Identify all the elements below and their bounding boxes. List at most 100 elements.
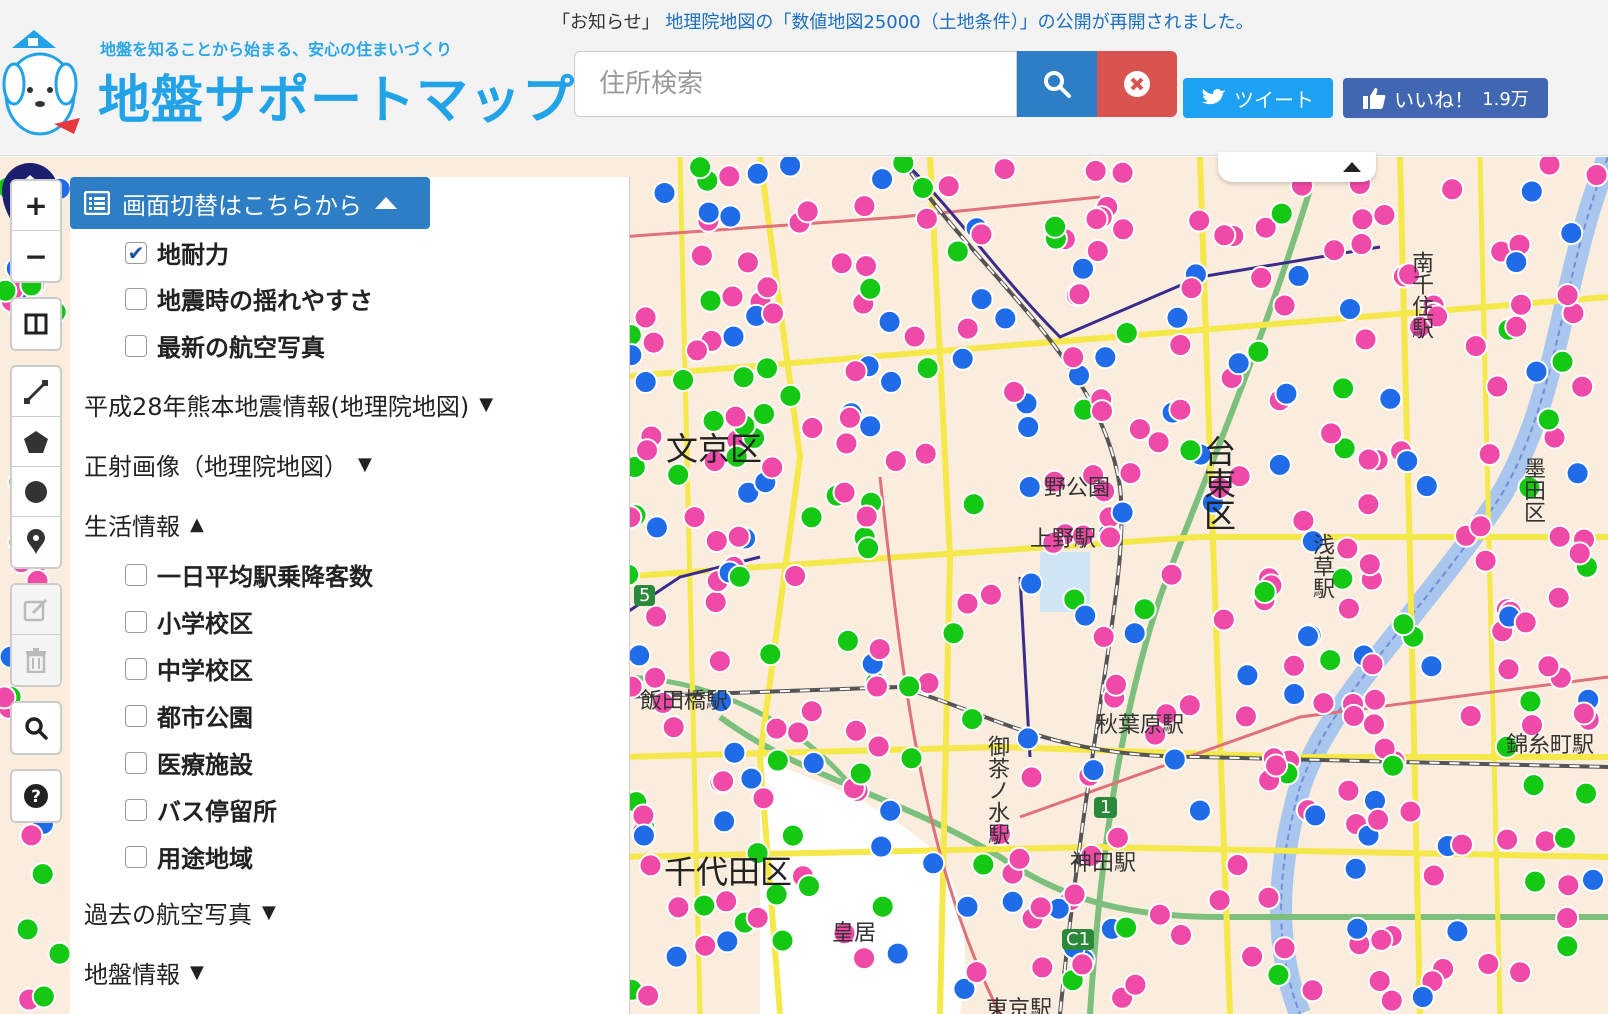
land-capacity-marker[interactable] xyxy=(1378,386,1403,411)
land-capacity-marker[interactable] xyxy=(1282,653,1306,678)
land-capacity-marker[interactable] xyxy=(1476,952,1501,976)
land-capacity-marker[interactable] xyxy=(1159,562,1184,587)
land-capacity-marker[interactable] xyxy=(671,368,696,392)
land-capacity-marker[interactable] xyxy=(1509,292,1533,317)
land-capacity-marker[interactable] xyxy=(1240,944,1265,969)
land-capacity-marker[interactable] xyxy=(1187,798,1212,823)
land-capacity-marker[interactable] xyxy=(1331,376,1356,401)
land-capacity-marker[interactable] xyxy=(652,181,677,205)
land-capacity-marker[interactable] xyxy=(1524,359,1549,384)
land-capacity-marker[interactable] xyxy=(1508,960,1533,985)
land-capacity-marker[interactable] xyxy=(1318,648,1343,673)
land-capacity-marker[interactable] xyxy=(758,642,783,667)
land-capacity-marker[interactable] xyxy=(856,536,881,561)
land-capacity-marker[interactable] xyxy=(1353,327,1378,352)
like-button[interactable]: いいね！ 1.9万 xyxy=(1343,78,1548,118)
land-capacity-marker[interactable] xyxy=(707,649,732,674)
draw-polygon-button[interactable] xyxy=(12,417,60,467)
land-capacity-marker[interactable] xyxy=(1110,160,1135,185)
land-capacity-marker[interactable] xyxy=(914,206,939,231)
land-capacity-marker[interactable] xyxy=(858,276,883,301)
land-capacity-marker[interactable] xyxy=(1272,293,1297,318)
land-capacity-marker[interactable] xyxy=(1357,552,1382,577)
land-capacity-marker[interactable] xyxy=(1414,474,1439,498)
land-capacity-marker[interactable] xyxy=(1419,654,1444,679)
land-capacity-marker[interactable] xyxy=(631,803,656,828)
land-capacity-marker[interactable] xyxy=(1504,314,1529,339)
search-button[interactable] xyxy=(1017,51,1097,117)
land-capacity-marker[interactable] xyxy=(1555,934,1580,959)
land-capacity-marker[interactable] xyxy=(837,405,862,430)
edit-button[interactable] xyxy=(12,585,60,635)
land-capacity-marker[interactable] xyxy=(910,175,935,200)
land-capacity-marker[interactable] xyxy=(1118,461,1143,486)
land-capacity-marker[interactable] xyxy=(722,740,747,765)
layer-item-city-park[interactable]: 都市公園 xyxy=(125,698,253,733)
land-capacity-marker[interactable] xyxy=(1335,536,1360,561)
land-capacity-marker[interactable] xyxy=(1496,657,1521,682)
land-capacity-marker[interactable] xyxy=(1104,672,1128,697)
land-capacity-marker[interactable] xyxy=(1296,624,1320,649)
land-capacity-marker[interactable] xyxy=(1132,597,1157,622)
land-capacity-marker[interactable] xyxy=(735,250,760,275)
land-capacity-marker[interactable] xyxy=(1146,430,1171,455)
land-capacity-marker[interactable] xyxy=(971,852,996,877)
land-capacity-marker[interactable] xyxy=(800,416,825,440)
tweet-button[interactable]: ツイート xyxy=(1183,78,1333,118)
land-capacity-marker[interactable] xyxy=(1468,514,1493,539)
checkbox-zoning[interactable] xyxy=(125,845,147,868)
land-capacity-marker[interactable] xyxy=(47,941,72,966)
land-capacity-marker[interactable] xyxy=(1169,923,1193,947)
land-capacity-marker[interactable] xyxy=(682,505,707,530)
land-capacity-marker[interactable] xyxy=(1212,223,1237,248)
land-capacity-marker[interactable] xyxy=(664,944,689,969)
land-capacity-marker[interactable] xyxy=(1061,345,1086,370)
land-capacity-marker[interactable] xyxy=(693,933,718,958)
land-capacity-marker[interactable] xyxy=(1584,163,1608,187)
land-capacity-marker[interactable] xyxy=(1546,585,1571,610)
land-capacity-marker[interactable] xyxy=(1114,321,1139,345)
land-capacity-marker[interactable] xyxy=(993,306,1018,331)
land-capacity-marker[interactable] xyxy=(31,984,56,1009)
land-capacity-marker[interactable] xyxy=(745,905,770,930)
land-capacity-marker[interactable] xyxy=(1567,541,1592,566)
land-capacity-marker[interactable] xyxy=(1521,773,1546,798)
land-capacity-marker[interactable] xyxy=(1458,704,1483,728)
land-capacity-marker[interactable] xyxy=(751,786,776,811)
land-capacity-marker[interactable] xyxy=(1015,726,1040,751)
land-capacity-marker[interactable] xyxy=(1083,158,1108,183)
draw-circle-button[interactable] xyxy=(12,467,60,517)
layer-item-zoning[interactable]: 用途地域 xyxy=(125,839,253,874)
land-capacity-marker[interactable] xyxy=(867,637,892,662)
land-capacity-marker[interactable] xyxy=(1319,421,1344,446)
checkbox-station-passengers[interactable] xyxy=(125,563,147,586)
land-capacity-marker[interactable] xyxy=(1366,807,1391,832)
land-capacity-marker[interactable] xyxy=(1256,885,1281,910)
land-capacity-marker[interactable] xyxy=(631,823,656,848)
land-capacity-marker[interactable] xyxy=(1225,853,1250,877)
land-capacity-marker[interactable] xyxy=(897,674,922,699)
checkbox-junior-high-district[interactable] xyxy=(125,657,147,680)
land-capacity-marker[interactable] xyxy=(1360,652,1385,677)
land-capacity-marker[interactable] xyxy=(1555,283,1580,308)
land-capacity-marker[interactable] xyxy=(1336,596,1361,621)
zoom-out-button[interactable]: − xyxy=(12,231,60,281)
land-capacity-marker[interactable] xyxy=(835,628,860,653)
land-capacity-marker[interactable] xyxy=(1369,927,1394,952)
land-capacity-marker[interactable] xyxy=(829,251,854,276)
land-capacity-marker[interactable] xyxy=(688,157,713,180)
land-capacity-marker[interactable] xyxy=(1504,250,1529,275)
checkbox-elementary-district[interactable] xyxy=(125,610,147,633)
land-capacity-marker[interactable] xyxy=(1211,607,1236,632)
land-capacity-marker[interactable] xyxy=(1030,955,1055,980)
land-capacity-marker[interactable] xyxy=(1002,379,1027,404)
land-capacity-marker[interactable] xyxy=(1556,873,1581,898)
land-capacity-marker[interactable] xyxy=(1269,201,1294,226)
land-capacity-marker[interactable] xyxy=(1574,781,1598,806)
land-capacity-marker[interactable] xyxy=(979,582,1003,607)
land-capacity-marker[interactable] xyxy=(799,505,824,530)
land-capacity-marker[interactable] xyxy=(1007,846,1032,871)
land-capacity-marker[interactable] xyxy=(778,157,803,178)
land-capacity-marker[interactable] xyxy=(1303,803,1328,828)
land-capacity-marker[interactable] xyxy=(1179,276,1204,301)
